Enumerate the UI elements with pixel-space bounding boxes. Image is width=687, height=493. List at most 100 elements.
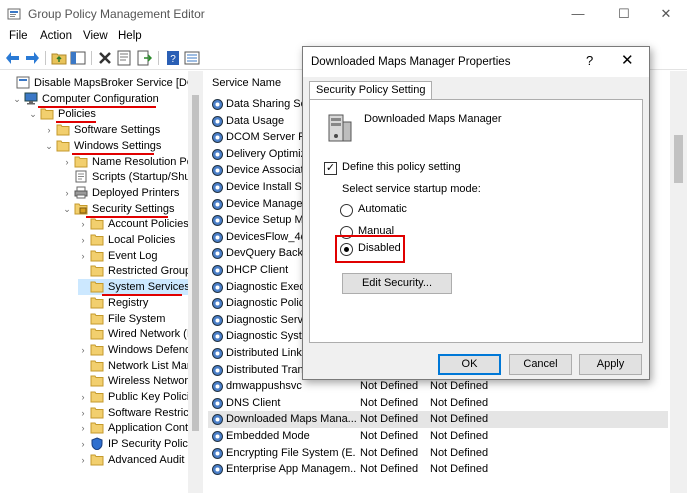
tree-item[interactable]: › Application Cont bbox=[78, 420, 189, 436]
chevron-right-icon[interactable]: › bbox=[62, 154, 72, 170]
tree-item[interactable]: › Name Resolution Poli bbox=[62, 154, 198, 170]
minimize-button[interactable]: — bbox=[555, 0, 601, 28]
filter-icon[interactable] bbox=[184, 50, 200, 66]
tree-item[interactable]: Registry bbox=[78, 295, 188, 311]
dialog-title-bar: Downloaded Maps Manager Properties ? ✕ bbox=[303, 47, 649, 77]
dialog-close-button[interactable]: ✕ bbox=[621, 51, 634, 69]
radio-automatic-label[interactable]: Automatic bbox=[358, 203, 407, 215]
menu-action[interactable]: Action bbox=[40, 30, 72, 42]
chevron-down-icon[interactable]: ⌄ bbox=[44, 138, 54, 154]
tree-item[interactable]: › Software Settings bbox=[44, 122, 188, 138]
chevron-right-icon[interactable]: › bbox=[78, 216, 88, 232]
delete-icon[interactable] bbox=[97, 50, 113, 66]
tree-item[interactable]: System Services bbox=[78, 279, 190, 296]
tree-item[interactable]: › IP Security Policie bbox=[78, 436, 196, 452]
tree-item[interactable]: › Event Log bbox=[78, 248, 188, 264]
tree-item[interactable]: Disable MapsBroker Service [DC01.N bbox=[4, 75, 202, 91]
define-policy-checkbox[interactable]: ✓ bbox=[324, 162, 337, 175]
back-arrow-icon[interactable] bbox=[5, 50, 21, 66]
tree-item[interactable]: File System bbox=[78, 311, 188, 327]
chevron-right-icon[interactable]: › bbox=[78, 342, 88, 358]
tree-item[interactable]: › Software Restricti bbox=[78, 405, 195, 421]
menu-help[interactable]: Help bbox=[118, 30, 142, 42]
dialog-help-button[interactable]: ? bbox=[586, 53, 593, 68]
table-row[interactable]: Enterprise App Managem... Not Defined Not … bbox=[208, 461, 668, 478]
startup-cell: Not Defined bbox=[360, 446, 419, 459]
folder-icon bbox=[90, 421, 104, 434]
close-window-button[interactable]: ✕ bbox=[643, 0, 687, 28]
permission-cell: Not Defined bbox=[430, 463, 489, 476]
maximize-button[interactable]: ☐ bbox=[601, 0, 647, 28]
apply-button[interactable]: Apply bbox=[579, 354, 642, 375]
chevron-down-icon[interactable]: ⌄ bbox=[62, 201, 72, 217]
service-name-cell: Downloaded Maps Mana... bbox=[226, 413, 356, 426]
properties-icon[interactable] bbox=[116, 50, 132, 66]
tree-item[interactable]: › Local Policies bbox=[78, 232, 188, 248]
chevron-down-icon[interactable]: ⌄ bbox=[12, 91, 22, 107]
menu-view[interactable]: View bbox=[83, 30, 108, 42]
table-row[interactable]: Encrypting File System (E... Not Defined N… bbox=[208, 445, 668, 462]
tree-item[interactable]: › Windows Defende bbox=[78, 342, 198, 358]
tree-item[interactable]: ⌄ Windows Settings bbox=[44, 138, 188, 154]
up-folder-icon[interactable] bbox=[51, 50, 67, 66]
chevron-right-icon[interactable]: › bbox=[78, 420, 88, 436]
tree-item[interactable]: Scripts (Startup/Shut bbox=[62, 169, 194, 185]
chevron-right-icon[interactable]: › bbox=[78, 389, 88, 405]
forward-arrow-icon[interactable] bbox=[24, 50, 40, 66]
service-gear-icon bbox=[211, 214, 224, 227]
script-icon bbox=[74, 170, 88, 183]
tree-item-label: Wired Network (IE bbox=[108, 328, 198, 341]
tree-item[interactable]: › Advanced Audit bbox=[78, 452, 188, 468]
chevron-right-icon[interactable]: › bbox=[78, 436, 88, 452]
radio-automatic[interactable] bbox=[340, 204, 353, 217]
tree-item[interactable]: ⌄ Security Settings bbox=[62, 201, 188, 217]
list-scrollbar[interactable] bbox=[670, 71, 687, 493]
service-gear-icon bbox=[211, 164, 224, 177]
tree-item-label: Policies bbox=[58, 108, 96, 121]
table-row[interactable]: Downloaded Maps Mana... Not Defined Not De… bbox=[208, 411, 668, 428]
tree-item[interactable]: ⌄ Computer Configuration bbox=[12, 91, 188, 107]
tab-panel: Downloaded Maps Manager ✓ Define this po… bbox=[309, 99, 643, 343]
folder-icon bbox=[90, 233, 104, 246]
chevron-right-icon[interactable]: › bbox=[78, 248, 88, 264]
service-gear-icon bbox=[211, 347, 224, 360]
startup-cell: Not Defined bbox=[360, 430, 419, 442]
permission-cell: Not Defined bbox=[430, 413, 489, 426]
tree-scrollbar[interactable] bbox=[188, 71, 203, 493]
ok-button[interactable]: OK bbox=[438, 354, 501, 375]
help-book-icon[interactable]: ? bbox=[165, 50, 181, 66]
permission-cell: Not Defined bbox=[430, 430, 489, 442]
printer-icon bbox=[74, 186, 88, 199]
table-row[interactable]: Embedded Mode Not Defined Not Defined bbox=[208, 428, 668, 445]
list-scrollbar-thumb[interactable] bbox=[674, 135, 683, 183]
cancel-button[interactable]: Cancel bbox=[509, 354, 572, 375]
highlight-underline bbox=[56, 121, 96, 124]
chevron-right-icon[interactable]: › bbox=[78, 452, 88, 468]
define-policy-label[interactable]: Define this policy setting bbox=[342, 161, 461, 173]
edit-security-button[interactable]: Edit Security... bbox=[342, 273, 452, 294]
chevron-right-icon[interactable]: › bbox=[44, 122, 54, 138]
table-row[interactable]: DNS Client Not Defined Not Defined bbox=[208, 395, 668, 412]
tree-item[interactable]: › Deployed Printers bbox=[62, 185, 188, 201]
service-gear-icon bbox=[211, 463, 224, 476]
export-list-icon[interactable] bbox=[136, 50, 152, 66]
tree-item[interactable]: › Public Key Policie bbox=[78, 389, 196, 405]
tree-item[interactable]: Wired Network (IE bbox=[78, 326, 197, 342]
tree-scrollbar-thumb[interactable] bbox=[192, 95, 199, 431]
show-hide-tree-icon[interactable] bbox=[70, 50, 86, 66]
chevron-right-icon[interactable]: › bbox=[78, 232, 88, 248]
tree-item[interactable]: › Account Policies bbox=[78, 216, 189, 232]
startup-cell: Not Defined bbox=[360, 380, 419, 393]
tree-item[interactable]: ⌄ Policies bbox=[28, 106, 188, 122]
chevron-right-icon[interactable]: › bbox=[78, 405, 88, 421]
chevron-right-icon[interactable]: › bbox=[62, 185, 72, 201]
service-gear-icon bbox=[211, 264, 224, 277]
policy-name: Downloaded Maps Manager bbox=[364, 113, 502, 125]
table-row[interactable]: dmwappushsvc Not Defined Not Defined bbox=[208, 378, 668, 395]
tree-item[interactable]: Restricted Groups bbox=[78, 263, 197, 279]
menu-file[interactable]: File bbox=[9, 30, 28, 42]
chevron-down-icon[interactable]: ⌄ bbox=[28, 106, 38, 122]
tree-item[interactable]: Network List Man bbox=[78, 358, 193, 374]
tree-item[interactable]: Wireless Network bbox=[78, 373, 194, 389]
tab-security-policy-setting[interactable]: Security Policy Setting bbox=[309, 81, 433, 100]
